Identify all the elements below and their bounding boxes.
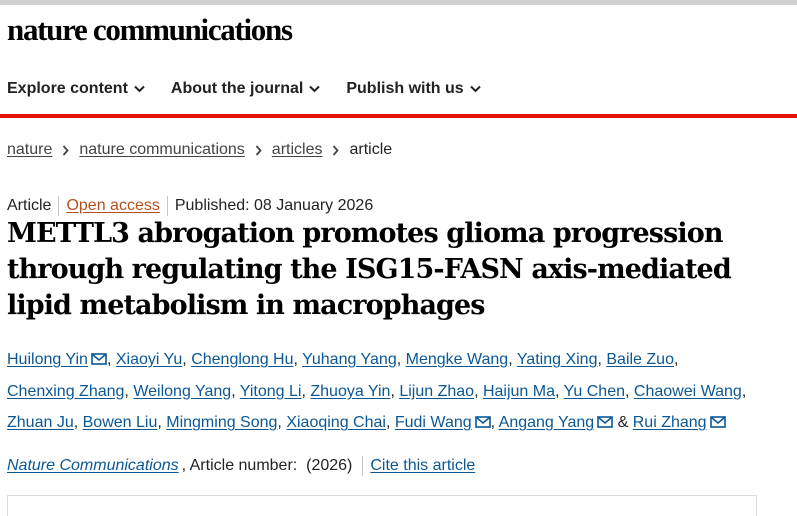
author-separator: ,	[490, 414, 496, 431]
author-link[interactable]: Xiaoyi Yu	[116, 351, 182, 368]
meta-divider	[166, 196, 168, 216]
author-link[interactable]: Mengke Wang	[406, 351, 509, 368]
author-list: Huilong Yin, Xiaoyi Yu, Chenglong Hu, Yu…	[7, 344, 792, 439]
author-separator: ,	[474, 382, 479, 400]
author-link[interactable]: Huilong Yin	[7, 351, 88, 368]
email-icon[interactable]	[88, 351, 107, 368]
nav-explore-content[interactable]: Explore content	[7, 80, 145, 98]
author-link[interactable]: Yating Xing	[517, 351, 598, 368]
open-access-link[interactable]: Open access	[66, 197, 159, 215]
breadcrumb-nature-communications[interactable]: nature communications	[79, 141, 244, 159]
author-link[interactable]: Weilong Yang	[133, 383, 231, 400]
main-nav: Explore content About the journal Publis…	[7, 78, 507, 100]
breadcrumb: nature nature communications articles ar…	[7, 141, 392, 159]
author-link[interactable]: Zhuoya Yin	[310, 383, 390, 400]
author-link[interactable]: Chenglong Hu	[191, 351, 293, 368]
author-separator: ,	[597, 351, 602, 368]
author-link[interactable]: Yuhang Yang	[302, 351, 397, 368]
content-box	[7, 495, 757, 516]
author-link[interactable]: Lijun Zhao	[399, 383, 474, 400]
author-link[interactable]: Fudi Wang	[395, 414, 472, 431]
email-icon[interactable]	[594, 414, 613, 431]
author-separator: ,	[301, 382, 306, 400]
chevron-right-icon	[62, 144, 70, 156]
author-link[interactable]: Yitong Li	[240, 383, 302, 400]
journal-link[interactable]: Nature Communications	[7, 457, 179, 475]
author-link[interactable]: Zhuan Ju	[7, 414, 74, 431]
author-separator: ,	[182, 351, 187, 368]
citation-divider	[362, 456, 364, 476]
author-link[interactable]: Haijun Ma	[483, 383, 555, 400]
author-link[interactable]: Yu Chen	[564, 383, 625, 400]
author-link[interactable]: Chaowei Wang	[634, 383, 742, 400]
author-separator: ,	[231, 382, 236, 400]
author-link[interactable]: Baile Zuo	[606, 351, 674, 368]
cite-this-article-link[interactable]: Cite this article	[370, 457, 475, 475]
author-conjunction: &	[617, 414, 629, 431]
chevron-down-icon	[309, 85, 321, 93]
author-link[interactable]: Angang Yang	[499, 414, 595, 431]
citation-details: , Article number: (2026)	[181, 457, 353, 474]
header-divider	[0, 114, 797, 118]
email-icon[interactable]	[472, 414, 491, 431]
author-link[interactable]: Rui Zhang	[633, 414, 707, 431]
nav-publish-with-us[interactable]: Publish with us	[346, 80, 481, 98]
citation-line: Nature Communications , Article number: …	[7, 456, 475, 476]
chevron-down-icon	[469, 85, 481, 93]
nav-about-journal[interactable]: About the journal	[170, 80, 321, 98]
author-separator: ,	[625, 382, 630, 400]
chevron-down-icon	[134, 85, 145, 93]
article-meta: Article Open access Published: 08 Januar…	[7, 196, 373, 216]
author-separator: ,	[73, 414, 79, 431]
author-separator: ,	[508, 351, 513, 368]
author-link[interactable]: Chenxing Zhang	[7, 383, 124, 400]
chevron-right-icon	[255, 144, 262, 156]
top-strip	[0, 0, 797, 5]
author-separator: ,	[293, 351, 298, 368]
author-separator: ,	[106, 351, 112, 368]
author-separator: ,	[385, 414, 391, 431]
article-title: METTL3 abrogation promotes glioma progre…	[7, 218, 732, 321]
author-separator: ,	[741, 382, 747, 400]
nav-label: About the journal	[170, 80, 304, 97]
published-date: Published: 08 January 2026	[174, 197, 374, 214]
author-link[interactable]: Xiaoqing Chai	[286, 414, 386, 431]
article-type: Article	[7, 197, 52, 214]
meta-divider	[58, 196, 60, 216]
author-separator: ,	[555, 382, 560, 400]
nav-label: Publish with us	[346, 80, 464, 97]
breadcrumb-articles[interactable]: articles	[272, 141, 323, 159]
breadcrumb-current: article	[349, 141, 393, 158]
author-separator: ,	[157, 414, 162, 431]
author-separator: ,	[277, 414, 282, 431]
breadcrumb-nature[interactable]: nature	[7, 141, 52, 159]
author-separator: ,	[390, 382, 395, 400]
site-logo[interactable]: nature communications	[7, 12, 293, 48]
author-separator: ,	[673, 351, 679, 368]
email-icon[interactable]	[707, 414, 726, 431]
nav-label: Explore content	[7, 80, 128, 97]
author-separator: ,	[124, 382, 129, 400]
chevron-right-icon	[332, 144, 340, 156]
author-separator: ,	[396, 351, 402, 368]
author-link[interactable]: Bowen Liu	[83, 414, 158, 431]
author-link[interactable]: Mingming Song	[166, 414, 277, 431]
